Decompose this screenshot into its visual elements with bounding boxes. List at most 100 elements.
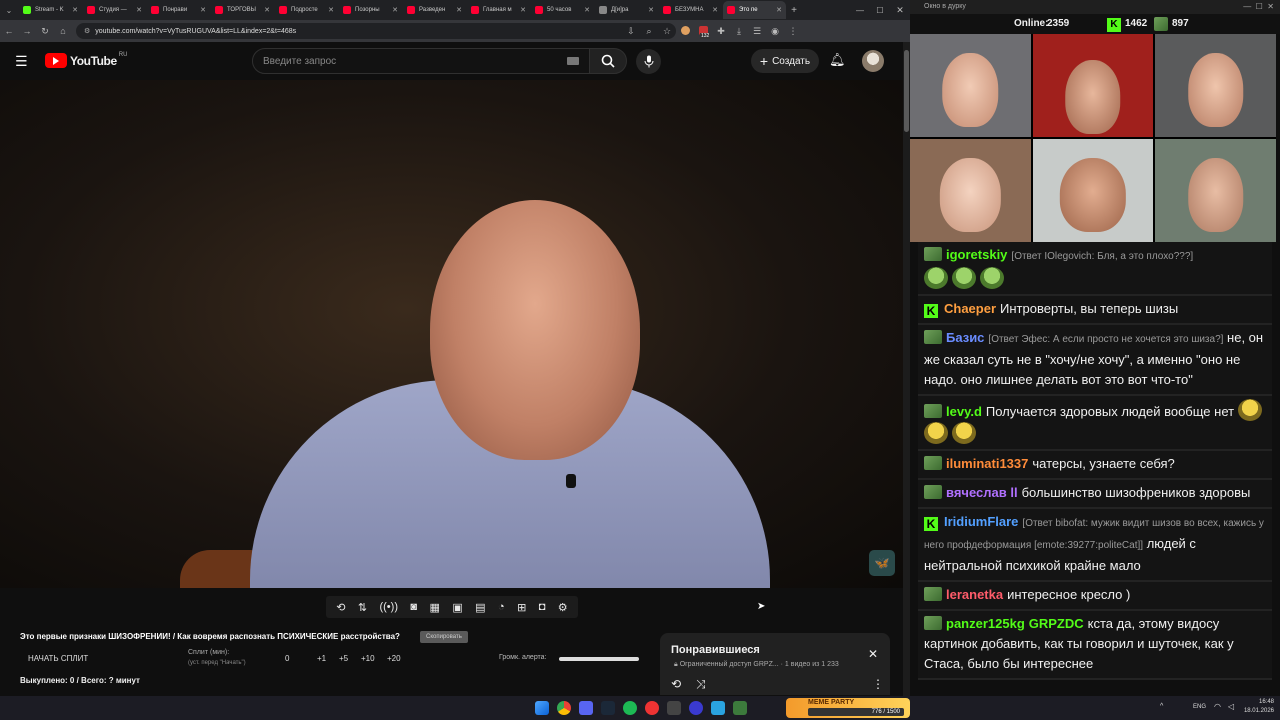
app-icon-6[interactable]: [667, 701, 681, 715]
browser-tab[interactable]: Понрави ✕: [147, 1, 210, 19]
keyboard-icon[interactable]: [567, 57, 579, 65]
playlist-more-icon[interactable]: ⋮: [872, 677, 884, 691]
site-info-icon[interactable]: ⚙: [84, 27, 90, 35]
reload-icon[interactable]: ↻: [36, 26, 54, 37]
clock[interactable]: 16:48 18.01.2026: [1244, 698, 1274, 716]
voice-search-button[interactable]: [636, 49, 661, 74]
obs-icon[interactable]: [645, 701, 659, 715]
picture-icon[interactable]: ▣: [452, 601, 462, 614]
forward-icon[interactable]: →: [18, 26, 36, 36]
sort-icon[interactable]: ⇅: [358, 601, 367, 614]
browser-tab[interactable]: Stream - K ✕: [19, 1, 82, 19]
tab-close-icon[interactable]: ✕: [456, 6, 462, 14]
chat-username[interactable]: Базис: [946, 330, 984, 345]
chat-username[interactable]: levy.d: [946, 404, 982, 419]
playlist-owner[interactable]: GRPZ...: [753, 661, 778, 668]
browser-tab[interactable]: ТОРГОВЫ ✕: [211, 1, 274, 19]
stream-window-controls[interactable]: — ☐ ✕: [1243, 0, 1274, 14]
page-scrollbar[interactable]: [903, 42, 910, 696]
new-tab-button[interactable]: +: [786, 5, 802, 16]
increment-5-button[interactable]: +5: [339, 654, 348, 663]
app-icon-9[interactable]: [733, 701, 747, 715]
maximize-icon[interactable]: ☐: [870, 6, 890, 15]
tab-close-icon[interactable]: ✕: [584, 6, 590, 14]
tab-close-icon[interactable]: ✕: [328, 6, 334, 14]
back-icon[interactable]: ←: [0, 26, 18, 36]
tab-close-icon[interactable]: ✕: [648, 6, 654, 14]
tab-close-icon[interactable]: ✕: [72, 6, 78, 14]
close-window-icon[interactable]: ✕: [890, 5, 910, 16]
bookmark-icon[interactable]: ☆: [658, 26, 676, 37]
copy-title-button[interactable]: Скопировать: [420, 631, 468, 643]
youtube-logo[interactable]: YouTube RU: [45, 52, 127, 68]
speed-icon[interactable]: ◔: [498, 601, 505, 613]
create-button[interactable]: + Создать: [751, 49, 819, 73]
chat-username[interactable]: IridiumFlare: [944, 514, 1018, 529]
camera-icon[interactable]: ◘: [539, 601, 546, 613]
extension-circle-icon[interactable]: [676, 25, 694, 37]
home-icon[interactable]: ⌂: [54, 26, 72, 36]
browser-tab[interactable]: БЕЗУМНА ✕: [659, 1, 722, 19]
channel-watermark-icon[interactable]: 🦋: [869, 550, 895, 576]
add-clip-icon[interactable]: ⊞: [517, 601, 526, 614]
playlist-loop-icon[interactable]: ⟲: [671, 677, 681, 691]
chat-username[interactable]: вячеслав ll: [946, 485, 1018, 500]
frames-icon[interactable]: ▤: [475, 601, 485, 614]
discord-icon[interactable]: [579, 701, 593, 715]
split-value[interactable]: 0: [285, 654, 289, 663]
spotify-icon[interactable]: [623, 701, 637, 715]
extensions-puzzle-icon[interactable]: ✚: [712, 26, 730, 37]
chat-username[interactable]: igoretskiy: [946, 247, 1007, 262]
language-indicator[interactable]: ENG: [1193, 704, 1206, 710]
tab-close-icon[interactable]: ✕: [776, 6, 782, 14]
playlist-close-icon[interactable]: ✕: [868, 647, 878, 661]
tab-close-icon[interactable]: ✕: [200, 6, 206, 14]
chat-username[interactable]: iluminati1337: [946, 456, 1028, 471]
tray-chevron-icon[interactable]: ^: [1160, 703, 1163, 710]
increment-20-button[interactable]: +20: [387, 654, 401, 663]
increment-10-button[interactable]: +10: [361, 654, 375, 663]
profile-icon[interactable]: ◉: [766, 26, 784, 37]
browser-tab[interactable]: Это пе ✕: [723, 1, 786, 19]
browser-tab[interactable]: Разведен ✕: [403, 1, 466, 19]
tab-close-icon[interactable]: ✕: [520, 6, 526, 14]
chat-username[interactable]: panzer125kg: [946, 616, 1025, 631]
view-icon[interactable]: ◙: [410, 601, 417, 613]
browser-menu-icon[interactable]: ⋮: [784, 26, 802, 37]
browser-tab[interactable]: Главная м ✕: [467, 1, 530, 19]
install-icon[interactable]: ⇩: [622, 26, 640, 37]
playlist-title[interactable]: Понравившиеся: [671, 644, 760, 656]
search-input[interactable]: Введите запрос: [252, 48, 590, 74]
zoom-icon[interactable]: ⌕: [640, 26, 658, 37]
steam-icon[interactable]: [601, 701, 615, 715]
telegram-icon[interactable]: [711, 701, 725, 715]
tab-close-icon[interactable]: ✕: [712, 6, 718, 14]
alert-volume-slider[interactable]: [559, 657, 639, 661]
chat-username[interactable]: leranetka: [946, 587, 1003, 602]
notifications-bell-icon[interactable]: 🔔︎: [829, 52, 846, 68]
volume-icon[interactable]: ◁: [1228, 702, 1234, 711]
search-button[interactable]: [589, 48, 627, 74]
minimize-icon[interactable]: —: [850, 6, 870, 15]
playlist-shuffle-icon[interactable]: ⤨: [696, 677, 706, 692]
browser-tab[interactable]: Позорны ✕: [339, 1, 402, 19]
tab-close-icon[interactable]: ✕: [264, 6, 270, 14]
start-split-button[interactable]: НАЧАТЬ СПЛИТ: [28, 654, 88, 663]
tab-close-icon[interactable]: ✕: [136, 6, 142, 14]
meme-party-widget[interactable]: MEME PARTY 776 / 1500: [786, 698, 910, 718]
chat-username[interactable]: Chaeper: [944, 301, 996, 316]
menu-hamburger-icon[interactable]: ☰: [15, 53, 28, 70]
user-avatar[interactable]: [862, 50, 884, 72]
clapper-icon[interactable]: ▦: [430, 601, 440, 614]
settings-gear-icon[interactable]: ⚙: [558, 601, 568, 614]
download-icon[interactable]: ⤓: [730, 26, 748, 37]
browser-tab[interactable]: Д[и]ра ✕: [595, 1, 658, 19]
sidebar-icon[interactable]: ☰: [748, 26, 766, 37]
broadcast-icon[interactable]: ((•)): [379, 601, 398, 613]
tab-search-icon[interactable]: ⌄: [0, 6, 18, 15]
windows-start-icon[interactable]: [535, 701, 549, 715]
page-scrollbar-thumb[interactable]: [904, 50, 909, 132]
wifi-icon[interactable]: ◠: [1214, 702, 1221, 711]
url-field[interactable]: ⚙ youtube.com/watch?v=VyTusRUGUVA&list=L…: [76, 23, 676, 39]
browser-tab[interactable]: Студия — ✕: [83, 1, 146, 19]
